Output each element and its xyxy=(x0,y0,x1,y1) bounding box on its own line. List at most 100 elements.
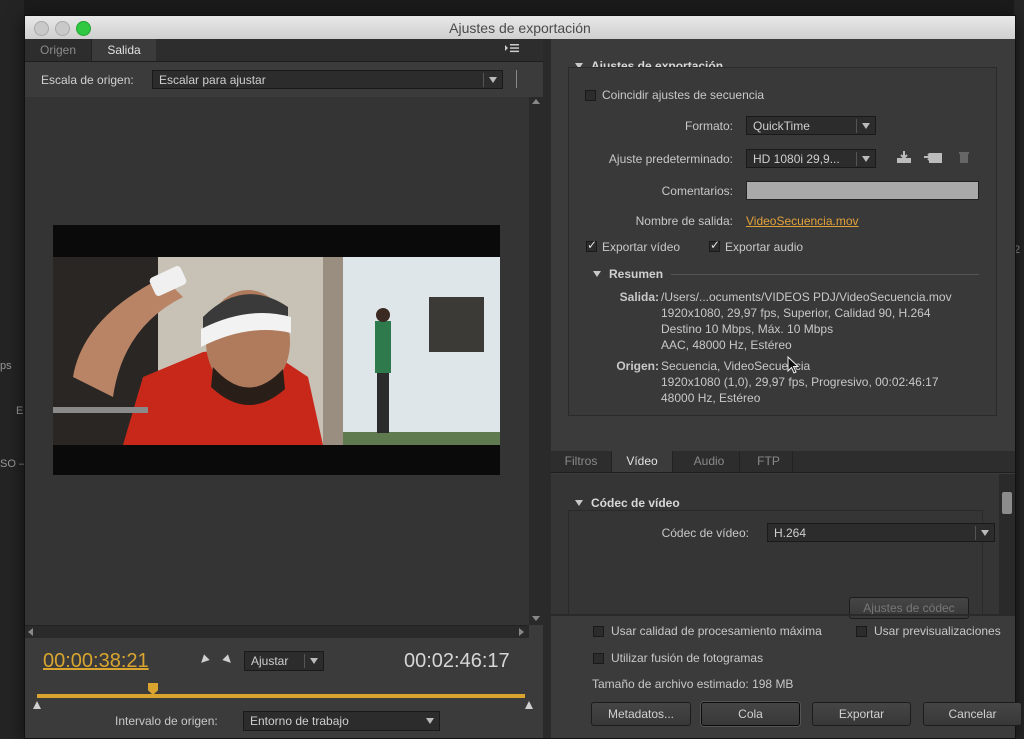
summary-header[interactable]: Resumen xyxy=(593,267,663,281)
chevron-down-icon xyxy=(310,658,318,664)
tab-origen[interactable]: Origen xyxy=(25,39,92,61)
delete-preset-icon[interactable] xyxy=(958,150,970,167)
output-name-link[interactable]: VideoSecuencia.mov xyxy=(746,214,859,228)
export-video-checkbox[interactable] xyxy=(586,238,597,252)
pane-splitter[interactable] xyxy=(543,39,551,738)
divider xyxy=(856,152,857,166)
max-quality-label: Usar calidad de procesamiento máxima xyxy=(611,624,822,638)
save-preset-icon[interactable] xyxy=(896,150,912,167)
import-preset-icon[interactable] xyxy=(923,150,943,167)
preset-value: HD 1080i 29,9... xyxy=(753,152,840,166)
summary-output-label: Salida: xyxy=(619,290,659,304)
codec-value: H.264 xyxy=(774,526,807,540)
settings-pane: Ajustes de exportación Coincidir ajustes… xyxy=(551,39,1022,738)
tab-filtros[interactable]: Filtros xyxy=(551,451,612,472)
window-title: Ajustes de exportación xyxy=(449,20,591,36)
format-value: QuickTime xyxy=(753,119,810,133)
queue-button[interactable]: Cola xyxy=(701,702,800,726)
comments-input[interactable] xyxy=(746,181,979,200)
divider xyxy=(671,274,979,275)
summary-output-line: /Users/...ocuments/VIDEOS PDJ/VideoSecue… xyxy=(661,290,952,304)
preview-horizontal-scrollbar[interactable] xyxy=(25,625,529,638)
fit-value: Ajustar xyxy=(251,654,289,668)
export-audio-label: Exportar audio xyxy=(725,240,804,254)
use-previews-label: Usar previsualizaciones xyxy=(874,624,1001,638)
set-out-point-icon[interactable] xyxy=(222,654,234,666)
summary-source-label: Origen: xyxy=(616,359,659,373)
divider xyxy=(551,614,1015,616)
export-settings-section: Coincidir ajustes de secuencia Formato: … xyxy=(568,67,997,416)
tab-salida[interactable]: Salida xyxy=(92,39,156,61)
duration-timecode: 00:02:46:17 xyxy=(404,650,510,672)
match-sequence-label: Coincidir ajustes de secuencia xyxy=(602,88,765,102)
out-marker-icon[interactable] xyxy=(525,701,533,709)
chevron-down-icon xyxy=(981,530,989,536)
collapse-triangle-icon xyxy=(575,500,583,506)
background-label: ps xyxy=(0,360,12,372)
video-codec-panel: Códec de vídeo Códec de vídeo: H.264 Aju… xyxy=(551,474,999,619)
scroll-down-arrow[interactable] xyxy=(532,616,540,621)
chevron-down-icon xyxy=(862,123,870,129)
cancel-button[interactable]: Cancelar xyxy=(923,702,1022,726)
chevron-down-icon xyxy=(426,718,434,724)
scroll-up-arrow[interactable] xyxy=(532,99,540,104)
codec-label: Códec de vídeo: xyxy=(661,526,749,540)
max-quality-checkbox[interactable] xyxy=(593,626,604,637)
chevron-down-icon xyxy=(862,156,870,162)
summary-source-line: 1920x1080 (1,0), 29,97 fps, Progresivo, … xyxy=(661,375,939,389)
settings-tabs: Filtros Vídeo Audio FTP xyxy=(551,451,1015,473)
summary-output-line: 1920x1080, 29,97 fps, Superior, Calidad … xyxy=(661,306,931,320)
scale-dropdown[interactable]: Escalar para ajustar xyxy=(152,70,503,89)
preset-label: Ajuste predeterminado: xyxy=(608,152,733,166)
range-dropdown[interactable]: Entorno de trabajo xyxy=(243,711,440,731)
export-settings-window: Ajustes de exportación Origen Salida Esc… xyxy=(24,15,1022,739)
tab-video[interactable]: Vídeo xyxy=(612,451,673,472)
codec-header[interactable]: Códec de vídeo xyxy=(575,496,680,510)
export-button[interactable]: Exportar xyxy=(812,702,911,726)
in-marker-icon[interactable] xyxy=(33,701,41,709)
frame-blending-checkbox[interactable] xyxy=(593,653,604,664)
background-label: E xyxy=(16,405,24,417)
title-bar: Ajustes de exportación xyxy=(25,16,1015,40)
divider xyxy=(304,654,305,668)
divider xyxy=(483,73,484,87)
export-audio-checkbox[interactable] xyxy=(709,238,720,252)
estimated-file-size: Tamaño de archivo estimado: 198 MB xyxy=(592,677,794,691)
use-previews-checkbox[interactable] xyxy=(856,626,867,637)
preview-vertical-scrollbar[interactable] xyxy=(529,97,543,625)
scale-label: Escala de origen: xyxy=(41,73,134,87)
settings-vertical-scrollbar[interactable] xyxy=(999,474,1015,614)
divider xyxy=(856,119,857,133)
collapse-triangle-icon xyxy=(593,271,601,277)
tab-ftp[interactable]: FTP xyxy=(745,451,793,472)
divider xyxy=(516,70,517,88)
mouse-cursor-icon xyxy=(787,355,800,377)
chevron-down-icon xyxy=(489,77,497,83)
summary-output-line: Destino 10 Mbps, Máx. 10 Mbps xyxy=(661,322,834,336)
panel-menu-icon[interactable] xyxy=(499,39,525,61)
preview-pane: Origen Salida Escala de origen: Escalar … xyxy=(25,39,543,738)
timeline-track[interactable] xyxy=(37,694,525,698)
background-label: SO – xyxy=(0,458,26,470)
scale-value: Escalar para ajustar xyxy=(159,73,266,87)
scroll-left-arrow[interactable] xyxy=(28,628,33,636)
format-label: Formato: xyxy=(684,119,733,133)
current-timecode[interactable]: 00:00:38:21 xyxy=(43,650,149,673)
match-sequence-checkbox[interactable] xyxy=(585,90,596,101)
tab-audio[interactable]: Audio xyxy=(679,451,740,472)
range-value: Entorno de trabajo xyxy=(250,714,349,728)
video-preview-area xyxy=(25,97,529,625)
fit-dropdown[interactable]: Ajustar xyxy=(244,651,324,671)
output-name-label: Nombre de salida: xyxy=(635,214,733,228)
video-thumbnail xyxy=(53,257,500,445)
format-dropdown[interactable]: QuickTime xyxy=(746,116,876,135)
summary-source-line: 48000 Hz, Estéreo xyxy=(661,391,761,405)
scroll-right-arrow[interactable] xyxy=(519,628,524,636)
export-video-label: Exportar vídeo xyxy=(602,240,681,254)
set-in-point-icon[interactable] xyxy=(198,654,210,666)
preset-dropdown[interactable]: HD 1080i 29,9... xyxy=(746,149,876,168)
video-frame xyxy=(53,225,500,475)
metadata-button[interactable]: Metadatos... xyxy=(591,702,691,726)
codec-dropdown[interactable]: H.264 xyxy=(767,523,995,542)
scroll-thumb[interactable] xyxy=(1002,492,1012,514)
